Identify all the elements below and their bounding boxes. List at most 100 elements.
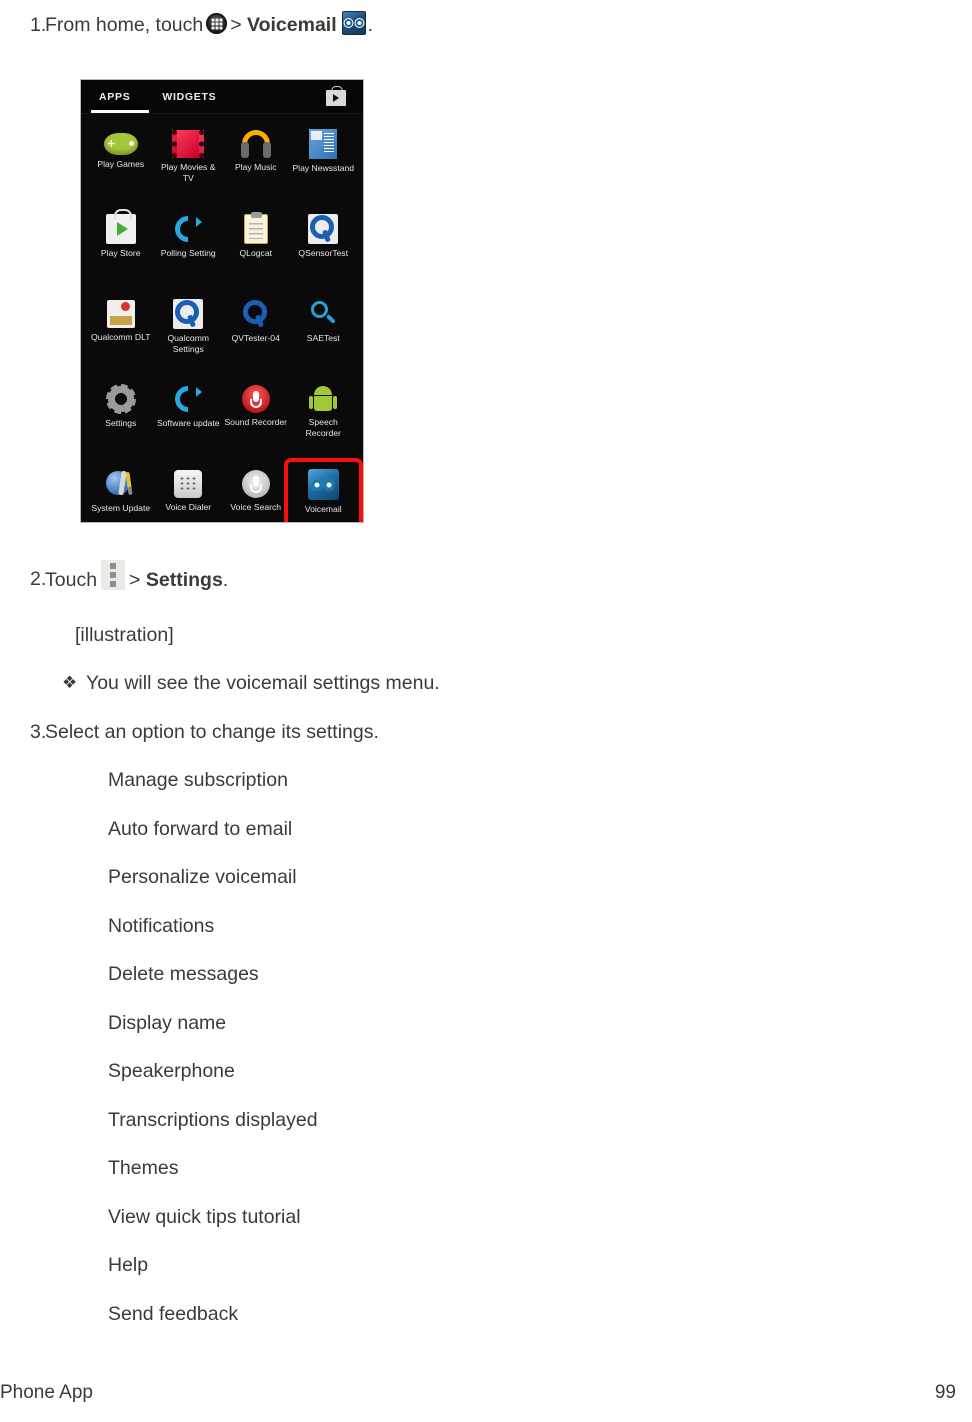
- list-item[interactable]: Auto forward to email: [0, 816, 800, 865]
- qualcomm-dlt-icon: [106, 300, 135, 328]
- option-label: View quick tips tutorial: [108, 1205, 301, 1228]
- system-update-icon: [105, 469, 136, 499]
- step-2-text-after: .: [222, 569, 229, 592]
- app-item[interactable]: Polling Setting: [155, 208, 223, 292]
- option-label: Notifications: [108, 914, 215, 937]
- list-item[interactable]: Display name: [0, 1010, 800, 1059]
- app-label: Play Music: [234, 162, 277, 172]
- square-bullet-icon: [0, 1204, 78, 1210]
- page-footer: Phone App 99: [0, 1382, 972, 1404]
- list-item[interactable]: Transcriptions displayed: [0, 1107, 800, 1156]
- app-label: Qualcomm Settings: [167, 333, 210, 354]
- voicemail-icon: [307, 469, 339, 500]
- magnifier-icon: [308, 299, 338, 329]
- app-label: Settings: [105, 418, 137, 428]
- document-page: 1. From home, touch > Voicemail. APPS WID…: [0, 0, 972, 1422]
- app-item[interactable]: System Update: [87, 463, 155, 522]
- option-label: Personalize voicemail: [108, 866, 297, 888]
- app-item[interactable]: SAETest: [290, 293, 358, 377]
- option-label: Speakerphone: [108, 1060, 235, 1082]
- step-2-text-before: Touch: [45, 569, 98, 592]
- app-item[interactable]: Qualcomm Settings: [155, 293, 223, 377]
- step-1-body: From home, touch > Voicemail.: [42, 10, 800, 38]
- list-item[interactable]: Speakerphone: [0, 1058, 800, 1107]
- step-2: 2. Touch > Settings.: [0, 560, 800, 596]
- step-2-separator: >: [129, 569, 141, 592]
- square-bullet-icon: [0, 1010, 78, 1016]
- play-store-icon: [105, 209, 136, 244]
- step-1-text-before: From home, touch: [45, 14, 204, 36]
- app-label: System Update: [91, 503, 151, 513]
- app-item[interactable]: Play Games: [87, 123, 155, 207]
- list-item[interactable]: Manage subscription: [0, 767, 800, 816]
- qualcomm-q-icon: [308, 214, 339, 244]
- tab-active-underline: [91, 110, 149, 113]
- app-item[interactable]: QSensorTest: [290, 208, 358, 292]
- red-microphone-icon: [241, 385, 270, 413]
- app-item[interactable]: QLogcat: [222, 208, 290, 292]
- app-item[interactable]: Play Movies & TV: [155, 123, 223, 207]
- app-label: Sound Recorder: [224, 417, 288, 427]
- app-label: Play Store: [100, 248, 141, 258]
- list-item[interactable]: Send feedback: [0, 1301, 800, 1350]
- app-label: Speech Recorder: [305, 417, 341, 438]
- app-item[interactable]: Play Store: [87, 208, 155, 292]
- step-3-text: Select an option to change its settings.: [45, 721, 379, 743]
- illustration-placeholder: [illustration]: [75, 624, 174, 646]
- option-label: Auto forward to email: [108, 817, 293, 840]
- app-label: QLogcat: [239, 248, 273, 258]
- play-store-bag-icon[interactable]: [326, 86, 346, 106]
- list-item[interactable]: Help: [0, 1252, 800, 1301]
- list-item[interactable]: Delete messages: [0, 961, 800, 1010]
- note-text: You will see the voicemail settings menu…: [86, 672, 440, 694]
- app-item[interactable]: QVTester-04: [222, 293, 290, 377]
- app-label: Voice Search: [230, 502, 282, 512]
- step-2-bold-label: Settings: [145, 569, 223, 592]
- voicemail-icon: [341, 10, 366, 35]
- list-item[interactable]: Themes: [0, 1155, 800, 1204]
- step-1: 1. From home, touch > Voicemail.: [0, 10, 800, 38]
- app-item[interactable]: Play Newsstand: [290, 123, 358, 207]
- step-3: 3. Select an option to change its settin…: [0, 719, 800, 745]
- app-label: Voicemail: [304, 504, 342, 514]
- app-label: QSensorTest: [298, 248, 349, 258]
- square-bullet-icon: [0, 961, 78, 967]
- app-label: Play Movies & TV: [161, 162, 216, 183]
- option-label: Send feedback: [108, 1302, 239, 1325]
- screenshot-tabbar: APPS WIDGETS: [81, 80, 363, 114]
- option-label: Transcriptions displayed: [108, 1108, 318, 1131]
- option-label: Help: [108, 1254, 149, 1276]
- square-bullet-icon: [0, 816, 78, 822]
- app-item[interactable]: Voice Search: [222, 463, 290, 522]
- app-item[interactable]: Voice Dialer: [155, 463, 223, 522]
- android-robot-icon: [309, 385, 338, 413]
- diamond-bullet-icon: ❖: [62, 673, 78, 692]
- square-bullet-icon: [0, 767, 78, 773]
- tab-widgets[interactable]: WIDGETS: [162, 91, 216, 103]
- step-3-number: 3.: [30, 721, 47, 743]
- step-2-body: Touch > Settings.: [42, 560, 800, 596]
- app-item-voicemail[interactable]: Voicemail: [283, 458, 363, 522]
- step-1-text-after: .: [367, 14, 374, 36]
- app-item[interactable]: Speech Recorder: [290, 378, 358, 462]
- app-item[interactable]: Sound Recorder: [222, 378, 290, 462]
- options-list: Manage subscription Auto forward to emai…: [0, 767, 800, 1349]
- refresh-icon: [173, 384, 203, 414]
- newsstand-icon: [309, 129, 338, 159]
- overflow-menu-icon: [101, 560, 126, 590]
- app-item[interactable]: Play Music: [222, 123, 290, 207]
- option-label: Manage subscription: [108, 769, 288, 791]
- app-item[interactable]: Settings: [87, 378, 155, 462]
- app-item[interactable]: Software update: [155, 378, 223, 462]
- headphones-icon: [240, 130, 272, 158]
- qualcomm-q-icon: [241, 299, 271, 329]
- app-item[interactable]: Qualcomm DLT: [87, 293, 155, 377]
- film-strip-icon: [172, 130, 205, 158]
- square-bullet-icon: [0, 1155, 78, 1161]
- list-item[interactable]: Notifications: [0, 913, 800, 962]
- list-item[interactable]: Personalize voicemail: [0, 864, 800, 913]
- footer-section-title: Phone App: [0, 1382, 93, 1403]
- tab-apps[interactable]: APPS: [99, 91, 130, 103]
- list-item[interactable]: View quick tips tutorial: [0, 1204, 800, 1253]
- square-bullet-icon: [0, 1301, 78, 1307]
